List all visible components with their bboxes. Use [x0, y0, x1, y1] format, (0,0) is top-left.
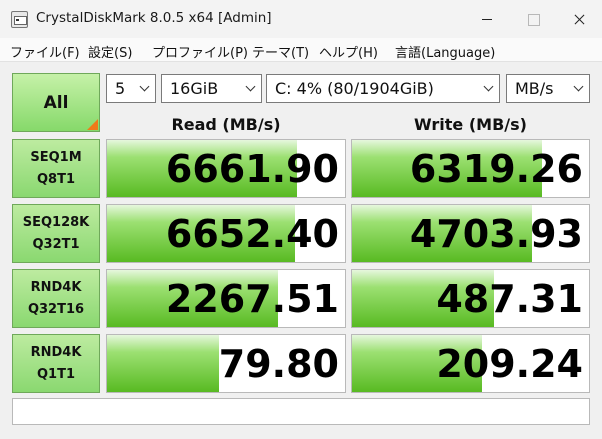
write-result-cell: 487.31 [351, 269, 590, 328]
minimize-button[interactable] [464, 0, 510, 38]
test-params: Q8T1 [36, 171, 75, 187]
size-value: 16GiB [170, 79, 219, 98]
write-result-cell: 4703.93 [351, 204, 590, 263]
title-bar: CrystalDiskMark 8.0.5 x64 [Admin] [0, 0, 602, 38]
all-button[interactable]: All [12, 73, 100, 132]
unit-select[interactable]: MB/s [506, 74, 590, 103]
read-value: 6652.40 [165, 212, 339, 256]
menu-profile[interactable]: プロファイル(P) [152, 42, 248, 61]
test-button-seq128k-q32t1[interactable]: SEQ128K Q32T1 [12, 204, 100, 263]
menu-bar: ファイル(F) 設定(S) プロファイル(P) テーマ(T) ヘルプ(H) 言語… [0, 38, 602, 62]
all-button-label: All [43, 92, 69, 113]
menu-file[interactable]: ファイル(F) [10, 42, 80, 61]
write-value: 6319.26 [409, 147, 583, 191]
size-select[interactable]: 16GiB [161, 74, 262, 103]
unit-value: MB/s [515, 79, 554, 98]
test-name: RND4K [30, 344, 82, 360]
read-value: 6661.90 [165, 147, 339, 191]
read-header: Read (MB/s) [171, 115, 281, 134]
write-header: Write (MB/s) [414, 115, 527, 134]
chevron-down-icon [246, 84, 255, 93]
chevron-down-icon [484, 84, 493, 93]
menu-theme[interactable]: テーマ(T) [252, 42, 309, 61]
close-button[interactable] [556, 0, 602, 38]
read-result-cell: 6652.40 [106, 204, 346, 263]
menu-language[interactable]: 言語(Language) [395, 42, 495, 61]
count-value: 5 [115, 79, 126, 98]
test-params: Q32T1 [32, 236, 80, 252]
read-result-cell: 6661.90 [106, 139, 346, 198]
write-value: 487.31 [436, 277, 583, 321]
read-result-cell: 79.80 [106, 334, 346, 393]
chevron-down-icon [574, 84, 583, 93]
test-button-seq1m-q8t1[interactable]: SEQ1M Q8T1 [12, 139, 100, 198]
drive-select[interactable]: C: 4% (80/1904GiB) [266, 74, 500, 103]
test-button-rnd4k-q32t16[interactable]: RND4K Q32T16 [12, 269, 100, 328]
read-level-bar [107, 335, 219, 392]
app-icon [11, 11, 28, 28]
test-params: Q32T16 [27, 301, 85, 317]
read-result-cell: 2267.51 [106, 269, 346, 328]
comment-field[interactable] [12, 398, 590, 425]
window-title: CrystalDiskMark 8.0.5 x64 [Admin] [36, 10, 272, 26]
write-value: 4703.93 [409, 212, 583, 256]
write-result-cell: 209.24 [351, 334, 590, 393]
test-button-rnd4k-q1t1[interactable]: RND4K Q1T1 [12, 334, 100, 393]
count-select[interactable]: 5 [106, 74, 156, 103]
write-result-cell: 6319.26 [351, 139, 590, 198]
write-value: 209.24 [436, 342, 583, 386]
menu-settings[interactable]: 設定(S) [88, 42, 132, 61]
read-value: 2267.51 [165, 277, 339, 321]
test-params: Q1T1 [36, 366, 75, 382]
drive-value: C: 4% (80/1904GiB) [275, 79, 434, 98]
test-name: SEQ1M [30, 149, 82, 165]
maximize-button[interactable] [510, 0, 556, 38]
menu-help[interactable]: ヘルプ(H) [319, 42, 378, 61]
corner-marker-icon [87, 119, 98, 130]
test-name: SEQ128K [22, 214, 90, 230]
test-name: RND4K [30, 279, 82, 295]
read-value: 79.80 [218, 342, 339, 386]
chevron-down-icon [140, 84, 149, 93]
